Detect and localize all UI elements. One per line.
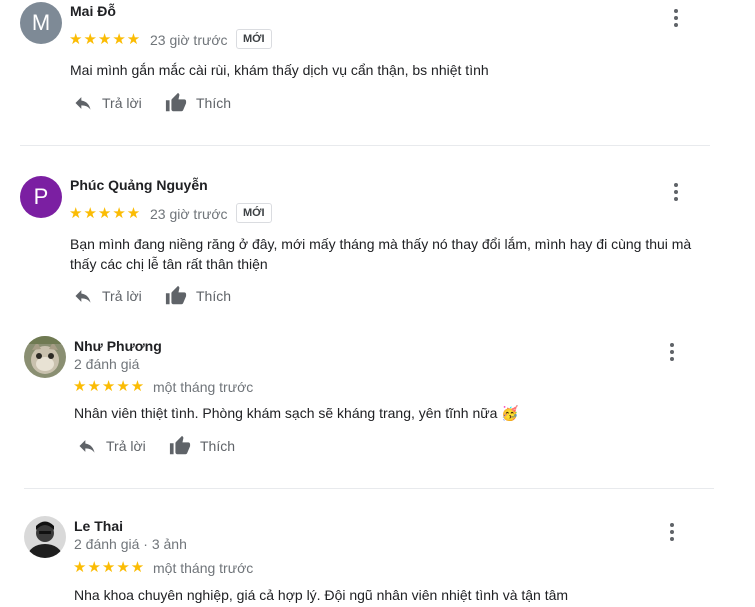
star-rating: ★★★★★ <box>69 31 142 48</box>
reply-button[interactable]: Trả lời <box>72 286 142 306</box>
review-time: 23 giờ trước <box>150 206 228 222</box>
star-rating: ★★★★★ <box>69 205 142 222</box>
like-label: Thích <box>200 438 236 454</box>
reply-label: Trả lời <box>102 288 142 304</box>
reviewer-meta[interactable]: 2 đánh giá · 3 ảnh <box>74 536 187 552</box>
review-card: P Phúc Quảng Nguyễn ★★★★★ 23 giờ trước M… <box>0 170 740 310</box>
avatar[interactable]: M <box>20 2 62 44</box>
avatar[interactable] <box>24 336 66 378</box>
review-text: Nhân viên thiệt tình. Phòng khám sạch sẽ… <box>74 405 519 421</box>
more-vert-icon <box>674 9 678 27</box>
more-options-button[interactable] <box>664 6 688 30</box>
avatar[interactable] <box>24 516 66 558</box>
reviewer-meta[interactable]: 2 đánh giá <box>74 356 139 372</box>
new-badge: MỚI <box>236 203 272 223</box>
review-text: Mai mình gắn mắc cài rùi, khám thấy dịch… <box>70 62 489 78</box>
review-text: Nha khoa chuyên nghiệp, giá cả hợp lý. Đ… <box>74 587 569 603</box>
review-text: Bạn mình đang niềng răng ở đây, mới mấy … <box>70 236 692 272</box>
reviewer-name[interactable]: Le Thai <box>74 518 123 534</box>
more-vert-icon <box>670 343 674 361</box>
review-time: một tháng trước <box>153 560 254 576</box>
like-label: Thích <box>196 288 232 304</box>
reply-label: Trả lời <box>106 438 146 454</box>
like-button[interactable]: Thích <box>164 285 231 307</box>
reviewer-name[interactable]: Phúc Quảng Nguyễn <box>70 177 208 193</box>
reply-icon <box>76 436 98 456</box>
star-rating: ★★★★★ <box>73 559 146 576</box>
review-time: 23 giờ trước <box>150 32 228 48</box>
more-options-button[interactable] <box>660 340 684 364</box>
thumbs-up-icon <box>168 435 192 457</box>
divider <box>24 488 714 489</box>
divider <box>20 145 710 146</box>
thumbs-up-icon <box>164 92 188 114</box>
thumbs-up-icon <box>164 285 188 307</box>
reply-icon <box>72 286 94 306</box>
like-label: Thích <box>196 95 232 111</box>
review-time: một tháng trước <box>153 379 254 395</box>
new-badge: MỚI <box>236 29 272 49</box>
more-vert-icon <box>670 523 674 541</box>
reply-button[interactable]: Trả lời <box>72 93 142 113</box>
review-card: Le Thai 2 đánh giá · 3 ảnh ★★★★★ một thá… <box>0 510 740 607</box>
reviewer-name[interactable]: Mai Đỗ <box>70 3 116 19</box>
review-card: M Mai Đỗ ★★★★★ 23 giờ trước MỚI Mai mình… <box>0 0 740 140</box>
avatar[interactable]: P <box>20 176 62 218</box>
more-options-button[interactable] <box>660 520 684 544</box>
like-button[interactable]: Thích <box>168 435 235 457</box>
reply-label: Trả lời <box>102 95 142 111</box>
reviewer-name[interactable]: Như Phương <box>74 338 162 354</box>
review-card: Như Phương 2 đánh giá ★★★★★ một tháng tr… <box>0 330 740 470</box>
like-button[interactable]: Thích <box>164 92 231 114</box>
reply-button[interactable]: Trả lời <box>76 436 146 456</box>
reply-icon <box>72 93 94 113</box>
more-vert-icon <box>674 183 678 201</box>
more-options-button[interactable] <box>664 180 688 204</box>
star-rating: ★★★★★ <box>73 378 146 395</box>
